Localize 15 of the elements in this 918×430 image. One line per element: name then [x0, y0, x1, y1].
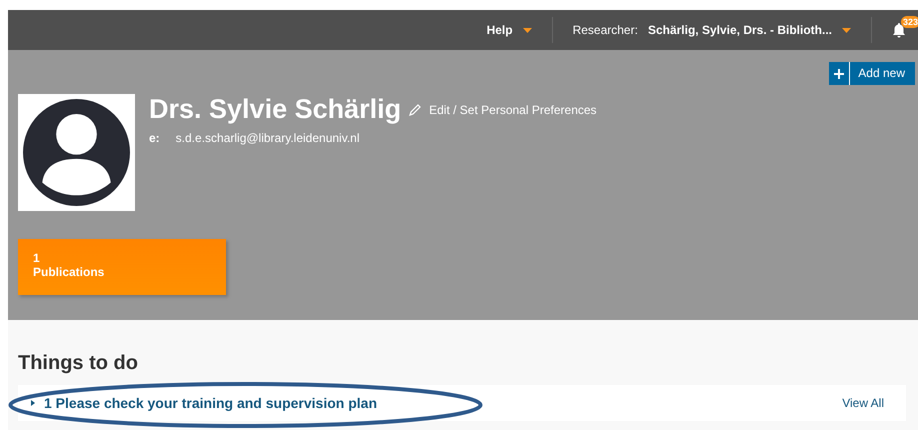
- email-address: s.d.e.scharlig@library.leidenuniv.nl: [176, 131, 360, 145]
- caret-icon: [842, 28, 851, 32]
- section-heading: Things to do: [18, 352, 139, 375]
- email-label: e:: [149, 131, 160, 145]
- add-new-button[interactable]: Add new: [829, 62, 915, 85]
- researcher-menu[interactable]: Schärlig, Sylvie, Drs. - Biblioth...: [648, 23, 832, 37]
- view-all-link[interactable]: View All: [842, 396, 884, 410]
- researcher-label: Researcher:: [572, 23, 638, 37]
- expand-icon[interactable]: [30, 400, 36, 406]
- notification-badge: 323: [901, 16, 918, 28]
- pencil-icon[interactable]: [409, 104, 422, 116]
- profile-name: Drs. Sylvie Schärlig: [149, 94, 402, 125]
- help-menu[interactable]: Help: [486, 23, 513, 37]
- caret-icon: [522, 28, 532, 32]
- plus-icon: [834, 68, 844, 78]
